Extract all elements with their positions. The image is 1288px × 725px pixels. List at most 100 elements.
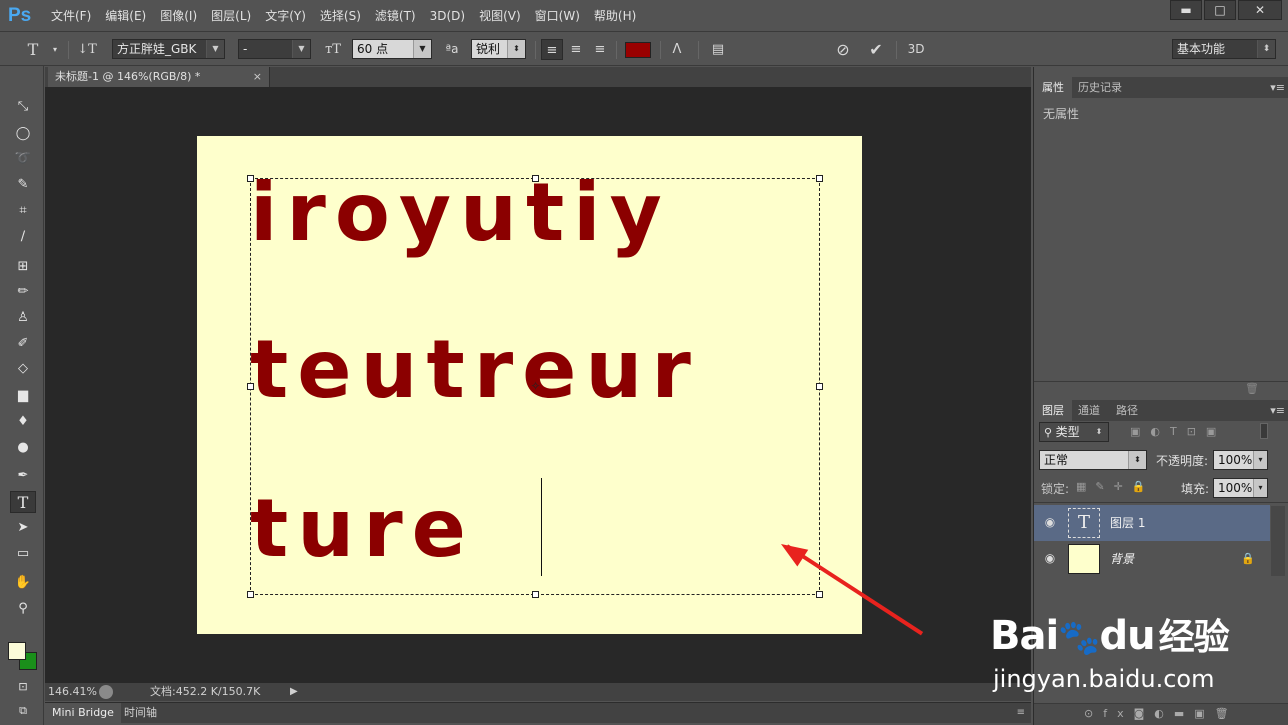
tab-properties[interactable]: 属性 (1034, 77, 1072, 98)
brush-tool-icon[interactable]: ✏ (10, 281, 36, 303)
close-button[interactable]: ✕ (1238, 0, 1282, 20)
align-center-icon[interactable]: ≡ (565, 39, 587, 60)
bbox-handle-tc[interactable] (532, 175, 539, 182)
blend-mode-select[interactable]: 正常 ⬍ (1039, 450, 1147, 470)
tab-layers[interactable]: 图层 (1034, 400, 1072, 421)
font-style-select[interactable]: - ▼ (238, 39, 311, 59)
path-select-icon[interactable]: ➤ (10, 517, 36, 539)
stamp-tool-icon[interactable]: ♙ (10, 307, 36, 329)
3d-icon[interactable]: 3D (905, 39, 927, 60)
layers-menu-icon[interactable]: ▾≡ (1270, 400, 1285, 421)
maximize-button[interactable]: □ (1204, 0, 1236, 20)
tab-history[interactable]: 历史记录 (1070, 77, 1130, 98)
blur-tool-icon[interactable]: ♦ (10, 411, 36, 433)
opacity-input[interactable]: 100% ▾ (1213, 450, 1268, 470)
history-brush-icon[interactable]: ✐ (10, 333, 36, 355)
anti-alias-select[interactable]: 锐利 ⬍ (471, 39, 526, 59)
preset-dropdown-icon[interactable]: ▾ (44, 39, 66, 60)
menu-view[interactable]: 视图(V) (472, 0, 528, 32)
bbox-handle-ml[interactable] (247, 383, 254, 390)
lock-label: 锁定: (1041, 482, 1070, 496)
font-family-select[interactable]: 方正胖娃_GBK ▼ (112, 39, 225, 59)
menu-filter[interactable]: 滤镜(T) (368, 0, 423, 32)
lock-options-icons[interactable]: ▦✎✛🔒 (1076, 480, 1155, 493)
status-info-icon[interactable] (99, 685, 113, 699)
menu-3d[interactable]: 3D(D) (423, 0, 472, 32)
crop-tool-icon[interactable]: ⌗ (10, 200, 36, 222)
eyedropper-icon[interactable]: ∕ (10, 226, 36, 248)
text-caret (541, 478, 542, 576)
layer-filter-select[interactable]: ⚲ 类型 ⬍ (1039, 422, 1109, 442)
bbox-handle-bl[interactable] (247, 591, 254, 598)
properties-menu-icon[interactable]: ▾≡ (1270, 77, 1285, 98)
layer-row-text[interactable]: ◉ T 图层 1 (1034, 505, 1270, 541)
screen-mode-icon[interactable]: ⧉ (10, 700, 36, 722)
layer-name[interactable]: 背景 (1110, 541, 1134, 577)
layer-filter-icons[interactable]: ▣◐T⊡▣ (1130, 425, 1226, 438)
minimize-button[interactable]: ▬ (1170, 0, 1202, 20)
filter-toggle[interactable] (1260, 423, 1268, 439)
marquee-tool-icon[interactable]: ◯ (10, 123, 36, 145)
menu-select[interactable]: 选择(S) (313, 0, 368, 32)
bottom-panel-menu-icon[interactable]: ≡ (1017, 703, 1025, 723)
type-tool-icon[interactable]: T (10, 491, 36, 513)
window-controls: ▬ □ ✕ (1168, 0, 1282, 20)
commit-edit-icon[interactable]: ✔ (865, 39, 887, 60)
layer-name[interactable]: 图层 1 (1110, 505, 1145, 541)
menu-type[interactable]: 文字(Y) (258, 0, 313, 32)
healing-brush-icon[interactable]: ⊞ (10, 256, 36, 278)
dodge-tool-icon[interactable]: ● (10, 437, 36, 459)
visibility-eye-icon[interactable]: ◉ (1043, 551, 1057, 565)
layers-footer: ⊙fx◙◐▬▣🗑 (1034, 703, 1288, 725)
menu-image[interactable]: 图像(I) (153, 0, 204, 32)
tab-mini-bridge[interactable]: Mini Bridge (45, 703, 121, 723)
bbox-handle-bc[interactable] (532, 591, 539, 598)
bbox-handle-tl[interactable] (247, 175, 254, 182)
menu-window[interactable]: 窗口(W) (528, 0, 587, 32)
type-tool-preset-icon[interactable]: T (22, 39, 44, 60)
trash-icon[interactable]: 🗑 (1245, 382, 1259, 395)
layers-scrollbar[interactable] (1271, 506, 1285, 576)
toggle-orientation-icon[interactable]: ↓T (76, 39, 98, 60)
align-left-icon[interactable]: ≡ (541, 39, 563, 60)
move-tool-icon[interactable]: ⤡ (10, 96, 36, 118)
cancel-edit-icon[interactable]: ⊘ (832, 39, 854, 60)
tab-paths[interactable]: 路径 (1108, 400, 1146, 421)
character-panel-icon[interactable]: ▤ (707, 39, 729, 60)
quick-mask-icon[interactable]: ⊡ (10, 676, 36, 698)
foreground-color-swatch[interactable] (8, 642, 26, 660)
main-menu: 文件(F) 编辑(E) 图像(I) 图层(L) 文字(Y) 选择(S) 滤镜(T… (44, 0, 643, 32)
font-size-select[interactable]: 60 点 ▼ (352, 39, 432, 59)
workspace-select[interactable]: 基本功能 ⬍ (1172, 39, 1276, 59)
document-tab[interactable]: 未标题-1 @ 146%(RGB/8) * × (48, 67, 270, 87)
menu-edit[interactable]: 编辑(E) (98, 0, 153, 32)
tab-timeline[interactable]: 时间轴 (117, 703, 164, 723)
eraser-tool-icon[interactable]: ◇ (10, 358, 36, 380)
bbox-handle-tr[interactable] (816, 175, 823, 182)
close-tab-icon[interactable]: × (253, 67, 262, 87)
shape-tool-icon[interactable]: ▭ (10, 543, 36, 565)
tab-channels[interactable]: 通道 (1070, 400, 1108, 421)
align-right-icon[interactable]: ≡ (589, 39, 611, 60)
quick-select-icon[interactable]: ✎ (10, 174, 36, 196)
warp-text-icon[interactable]: Ʌ (666, 39, 688, 60)
layer-row-background[interactable]: ◉ 背景 🔒 (1034, 541, 1270, 577)
pen-tool-icon[interactable]: ✒ (10, 465, 36, 487)
text-color-swatch[interactable] (625, 42, 651, 58)
bbox-handle-mr[interactable] (816, 383, 823, 390)
bbox-handle-br[interactable] (816, 591, 823, 598)
visibility-eye-icon[interactable]: ◉ (1043, 515, 1057, 529)
gradient-tool-icon[interactable]: ▆ (10, 385, 36, 407)
layer-footer-icons[interactable]: ⊙fx◙◐▬▣🗑 (1084, 707, 1239, 720)
status-menu-arrow-icon[interactable]: ▶ (290, 683, 298, 701)
fill-input[interactable]: 100% ▾ (1213, 478, 1268, 498)
hand-tool-icon[interactable]: ✋ (10, 572, 36, 594)
zoom-level[interactable]: 146.41% (48, 683, 97, 701)
lasso-tool-icon[interactable]: ➰ (10, 148, 36, 170)
zoom-tool-icon[interactable]: ⚲ (10, 598, 36, 620)
menu-file[interactable]: 文件(F) (44, 0, 98, 32)
menu-help[interactable]: 帮助(H) (587, 0, 643, 32)
status-bar: 146.41% 文档:452.2 K/150.7K ▶ (45, 683, 1031, 701)
transform-center-icon[interactable]: ✧ (529, 380, 542, 393)
menu-layer[interactable]: 图层(L) (204, 0, 258, 32)
